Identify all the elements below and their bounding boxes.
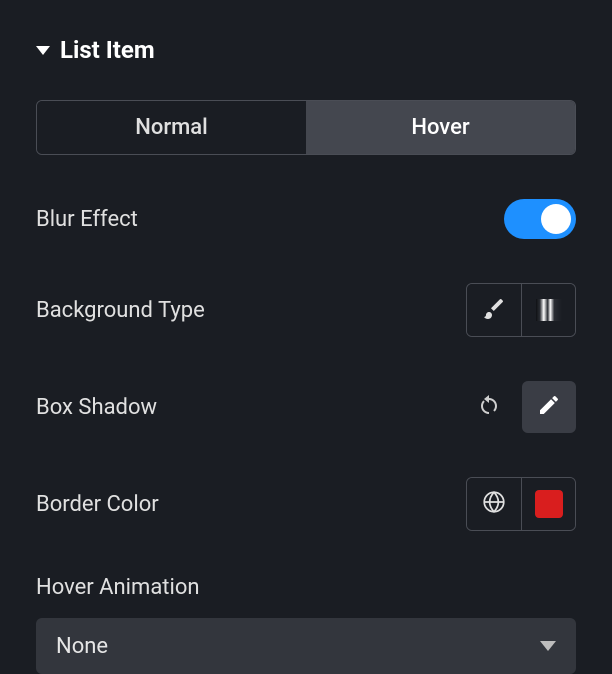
blur-effect-label: Blur Effect xyxy=(36,207,138,232)
chevron-down-icon xyxy=(540,641,556,651)
background-type-row: Background Type xyxy=(36,283,576,337)
box-shadow-reset-button[interactable] xyxy=(462,381,516,433)
blur-effect-toggle[interactable] xyxy=(504,199,576,239)
section-header[interactable]: List Item xyxy=(36,36,576,64)
gradient-swatch-icon xyxy=(536,299,562,321)
globe-icon xyxy=(481,489,507,519)
background-type-label: Background Type xyxy=(36,298,205,323)
box-shadow-edit-button[interactable] xyxy=(522,381,576,433)
state-tabs: Normal Hover xyxy=(36,100,576,155)
background-gradient-button[interactable] xyxy=(521,284,575,336)
undo-icon xyxy=(477,393,501,421)
brush-icon xyxy=(482,296,506,324)
caret-down-icon xyxy=(36,46,50,55)
border-color-row: Border Color xyxy=(36,477,576,531)
tab-normal[interactable]: Normal xyxy=(37,101,306,154)
background-classic-button[interactable] xyxy=(467,284,521,336)
border-color-label: Border Color xyxy=(36,492,159,517)
border-color-controls xyxy=(466,477,576,531)
pencil-icon xyxy=(537,393,561,421)
tab-hover[interactable]: Hover xyxy=(306,101,575,154)
blur-effect-row: Blur Effect xyxy=(36,199,576,239)
box-shadow-label: Box Shadow xyxy=(36,395,157,420)
background-type-options xyxy=(466,283,576,337)
hover-animation-select[interactable]: None xyxy=(36,618,576,674)
section-title: List Item xyxy=(60,36,155,64)
toggle-knob xyxy=(541,204,571,234)
box-shadow-row: Box Shadow xyxy=(36,381,576,433)
border-color-global-button[interactable] xyxy=(467,478,521,530)
hover-animation-label: Hover Animation xyxy=(36,575,576,600)
hover-animation-value: None xyxy=(56,634,108,659)
color-swatch xyxy=(535,490,563,518)
border-color-swatch-button[interactable] xyxy=(521,478,575,530)
